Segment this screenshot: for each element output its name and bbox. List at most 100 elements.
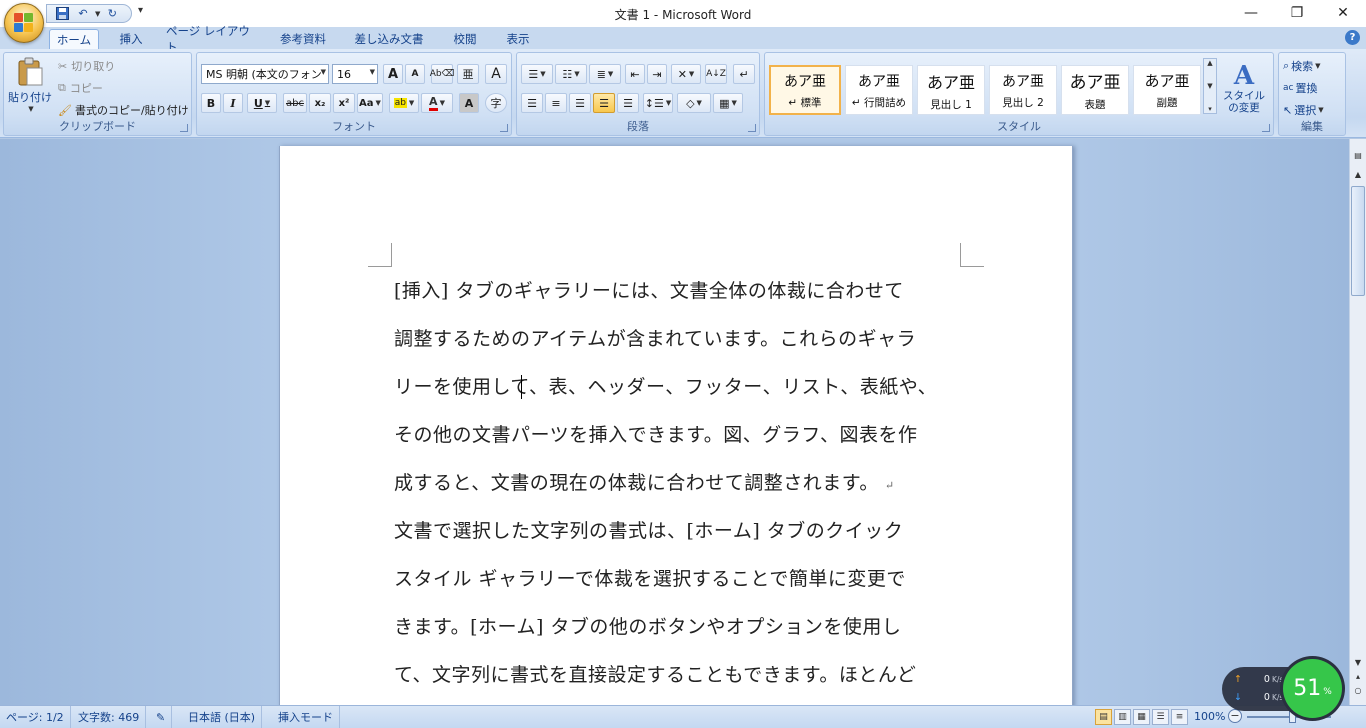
tab-view[interactable]: 表示 xyxy=(500,29,536,49)
browse-object-icon[interactable]: ○ xyxy=(1351,683,1365,697)
copy-button[interactable]: ⧉ コピー xyxy=(58,78,128,98)
language-status[interactable]: 日本語 (日本) xyxy=(182,706,263,728)
document-page[interactable]: [挿入] タブのギャラリーには、文書全体の体裁に合わせて 調整するためのアイテム… xyxy=(279,146,1073,708)
align-left-button[interactable]: ☰ xyxy=(521,93,543,113)
paint-bucket-icon: ◇ xyxy=(686,96,695,110)
page-count[interactable]: ページ: 1/2 xyxy=(0,706,71,728)
char-shading-button[interactable]: A xyxy=(459,93,479,113)
superscript-button[interactable]: x² xyxy=(333,93,355,113)
tab-references[interactable]: 参考資料 xyxy=(272,29,334,49)
underline-button[interactable]: U ▼ xyxy=(247,93,277,113)
tab-insert[interactable]: 挿入 xyxy=(112,29,150,49)
chevron-down-icon: ▼ xyxy=(574,70,580,78)
tab-home[interactable]: ホーム xyxy=(49,29,99,49)
help-icon[interactable]: ? xyxy=(1345,30,1360,45)
font-name-select[interactable]: MS 明朝 (本文のフォン ▼ xyxy=(201,64,329,84)
close-button[interactable]: ✕ xyxy=(1320,0,1366,26)
align-right-button[interactable]: ☰ xyxy=(569,93,591,113)
change-styles-button[interactable]: A スタイルの変更 xyxy=(1217,57,1271,119)
bullets-button[interactable]: ☰ ▼ xyxy=(521,64,553,84)
asian-layout-button[interactable]: ✕ ▼ xyxy=(671,64,701,84)
italic-button[interactable]: I xyxy=(223,93,243,113)
outline-view-icon[interactable]: ☰ xyxy=(1152,709,1169,725)
enclose-char-button[interactable]: 字 xyxy=(485,93,507,113)
style-normal[interactable]: あア亜 ↵ 標準 xyxy=(769,65,841,115)
draft-view-icon[interactable]: ≡ xyxy=(1171,709,1188,725)
highlighter-icon: ab xyxy=(393,98,407,108)
line-spacing-button[interactable]: ↕☰ ▼ xyxy=(643,93,673,113)
paragraph-1[interactable]: [挿入] タブのギャラリーには、文書全体の体裁に合わせて 調整するためのアイテム… xyxy=(394,267,964,507)
font-size-select[interactable]: 16 ▼ xyxy=(332,64,378,84)
clear-format-button[interactable]: Ab⌫ xyxy=(430,64,454,84)
replace-button[interactable]: ac 置換 xyxy=(1283,78,1345,98)
multilevel-list-button[interactable]: ≣ ▼ xyxy=(589,64,621,84)
prev-page-icon[interactable]: ▴ xyxy=(1351,669,1365,683)
styles-launcher-icon[interactable] xyxy=(1262,124,1270,132)
change-case-button[interactable]: Aa ▼ xyxy=(357,93,383,113)
paragraph-group: ☰ ▼ ☷ ▼ ≣ ▼ ⇤ ⇥ ✕ ▼ A↓Z ↵ ☰ ≡ ☰ ☰ ☰ ↕☰ ▼ ◇ ▼ ▦… xyxy=(516,52,760,136)
find-button[interactable]: ⌕ 検索 ▼ xyxy=(1283,56,1345,76)
insert-mode-status[interactable]: 挿入モード xyxy=(272,706,340,728)
highlight-button[interactable]: ab ▼ xyxy=(389,93,419,113)
sort-button[interactable]: A↓Z xyxy=(705,64,727,84)
web-layout-icon[interactable]: ▦ xyxy=(1133,709,1150,725)
cut-button[interactable]: ✂ 切り取り xyxy=(58,56,128,76)
align-center-button[interactable]: ≡ xyxy=(545,93,567,113)
full-screen-reading-icon[interactable]: ▥ xyxy=(1114,709,1131,725)
office-button[interactable] xyxy=(4,3,44,43)
justify-button[interactable]: ☰ xyxy=(593,93,615,113)
style-title[interactable]: あア亜 表題 xyxy=(1061,65,1129,115)
increase-indent-button[interactable]: ⇥ xyxy=(647,64,667,84)
chevron-down-icon: ▼ xyxy=(439,99,445,107)
numbering-button[interactable]: ☷ ▼ xyxy=(555,64,587,84)
style-subtitle[interactable]: あア亜 副題 xyxy=(1133,65,1201,115)
borders-button[interactable]: ▦ ▼ xyxy=(713,93,743,113)
scroll-down-icon[interactable]: ▼ xyxy=(1351,655,1365,669)
font-color-button[interactable]: A ▼ xyxy=(421,93,453,113)
zoom-level[interactable]: 100% xyxy=(1194,710,1225,723)
subscript-button[interactable]: x₂ xyxy=(309,93,331,113)
decrease-indent-button[interactable]: ⇤ xyxy=(625,64,645,84)
tab-mailings[interactable]: 差し込み文書 xyxy=(349,29,429,49)
text-line: 成すると、文書の現在の体裁に合わせて調整されます。 ↵ xyxy=(394,459,964,507)
style-no-spacing[interactable]: あア亜 ↵ 行間詰め xyxy=(845,65,913,115)
styles-gallery-scroll[interactable]: ▲ ▼ ▾ xyxy=(1203,58,1217,114)
ruler-toggle-icon[interactable]: ▤ xyxy=(1351,148,1365,162)
proofing-icon[interactable]: ✎ xyxy=(150,706,173,728)
tab-review[interactable]: 校閲 xyxy=(446,29,484,49)
gallery-down-icon[interactable]: ▼ xyxy=(1207,82,1212,90)
paragraph-launcher-icon[interactable] xyxy=(748,124,756,132)
show-marks-button[interactable]: ↵ xyxy=(733,64,755,84)
bold-button[interactable]: B xyxy=(201,93,221,113)
print-layout-view-icon[interactable]: ▤ xyxy=(1095,709,1112,725)
gallery-more-icon[interactable]: ▾ xyxy=(1208,105,1212,113)
scroll-up-icon[interactable]: ▲ xyxy=(1351,167,1365,181)
restore-button[interactable]: ❐ xyxy=(1274,0,1320,26)
text-line: 文書で選択した文字列の書式は、[ホーム] タブのクイック xyxy=(394,520,904,542)
clipboard-launcher-icon[interactable] xyxy=(180,124,188,132)
strikethrough-button[interactable]: abc xyxy=(283,93,307,113)
word-count[interactable]: 文字数: 469 xyxy=(72,706,147,728)
distribute-button[interactable]: ☰ xyxy=(617,93,639,113)
memory-usage-badge[interactable]: 51% xyxy=(1283,659,1342,718)
char-border-button[interactable]: A xyxy=(485,64,507,84)
binoculars-icon: ⌕ xyxy=(1283,59,1290,72)
style-heading-1[interactable]: あア亜 見出し 1 xyxy=(917,65,985,115)
vertical-scrollbar[interactable]: ▤ ▲ ▼ ▴ ○ xyxy=(1349,139,1366,705)
phonetic-guide-button[interactable]: 亜 xyxy=(457,64,479,84)
select-button[interactable]: ↖ 選択 ▼ xyxy=(1283,100,1345,120)
minimize-button[interactable]: — xyxy=(1228,0,1274,26)
grow-font-button[interactable]: A xyxy=(383,64,403,84)
paragraph-2[interactable]: 文書で選択した文字列の書式は、[ホーム] タブのクイック スタイル ギャラリーで… xyxy=(394,507,964,699)
style-heading-2[interactable]: あア亜 見出し 2 xyxy=(989,65,1057,115)
gallery-up-icon[interactable]: ▲ xyxy=(1207,59,1212,67)
paste-dropdown-icon[interactable]: ▼ xyxy=(28,105,33,113)
format-painter-button[interactable]: 🖌 書式のコピー/貼り付け xyxy=(58,100,192,120)
tab-page-layout[interactable]: ページ レイアウト xyxy=(166,24,260,54)
shrink-font-button[interactable]: A xyxy=(405,64,425,84)
zoom-out-icon[interactable]: − xyxy=(1228,709,1242,723)
font-launcher-icon[interactable] xyxy=(500,124,508,132)
scroll-thumb[interactable] xyxy=(1351,186,1365,296)
paste-button[interactable]: 貼り付け ▼ xyxy=(6,55,54,115)
shading-button[interactable]: ◇ ▼ xyxy=(677,93,711,113)
